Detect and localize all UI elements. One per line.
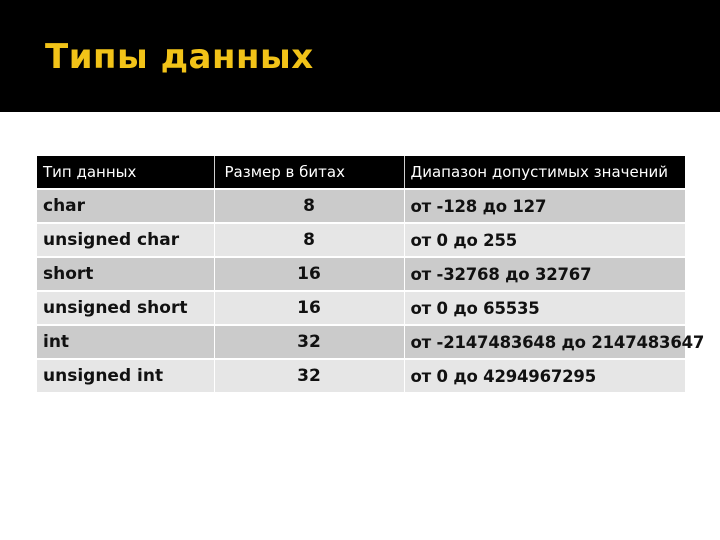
table-row: int 32 от -2147483648 до 2147483647 xyxy=(37,325,704,360)
cell-range: от -128 до 127 xyxy=(404,189,685,224)
cell-type: char xyxy=(37,189,215,224)
header-type: Тип данных xyxy=(37,156,215,190)
table-row: unsigned short 16 от 0 до 65535 xyxy=(37,291,685,326)
cell-type: int xyxy=(37,325,215,360)
slide: Типы данных Тип данных Размер в битах Ди… xyxy=(0,0,720,540)
cell-type: unsigned char xyxy=(37,223,215,258)
cell-bits: 16 xyxy=(214,257,405,292)
cell-bits: 32 xyxy=(214,325,405,360)
table-body: char 8 от -128 до 127 unsigned char 8 от… xyxy=(37,189,704,394)
cell-range: от 0 до 65535 xyxy=(404,291,685,326)
header-size: Размер в битах xyxy=(214,156,405,190)
cell-range: от -32768 до 32767 xyxy=(404,257,685,292)
table-row: unsigned int 32 от 0 до 4294967295 xyxy=(37,359,685,394)
slide-title: Типы данных xyxy=(45,37,314,77)
table-header: Тип данных Размер в битах Диапазон допус… xyxy=(37,156,685,190)
header-row: Тип данных Размер в битах Диапазон допус… xyxy=(37,156,685,190)
cell-range: от 0 до 255 xyxy=(404,223,685,258)
table-row: short 16 от -32768 до 32767 xyxy=(37,257,685,292)
table-row: unsigned char 8 от 0 до 255 xyxy=(37,223,685,258)
title-band: Типы данных xyxy=(0,0,720,112)
cell-type: unsigned short xyxy=(37,291,215,326)
header-range: Диапазон допустимых значений xyxy=(404,156,685,190)
cell-range: от -2147483648 до 2147483647 xyxy=(404,325,704,360)
cell-bits: 8 xyxy=(214,223,405,258)
cell-bits: 32 xyxy=(214,359,405,394)
cell-bits: 8 xyxy=(214,189,405,224)
cell-bits: 16 xyxy=(214,291,405,326)
table-row: char 8 от -128 до 127 xyxy=(37,189,685,224)
cell-type: unsigned int xyxy=(37,359,215,394)
cell-type: short xyxy=(37,257,215,292)
cell-range: от 0 до 4294967295 xyxy=(404,359,685,394)
data-types-table: Тип данных Размер в битах Диапазон допус… xyxy=(37,156,704,394)
